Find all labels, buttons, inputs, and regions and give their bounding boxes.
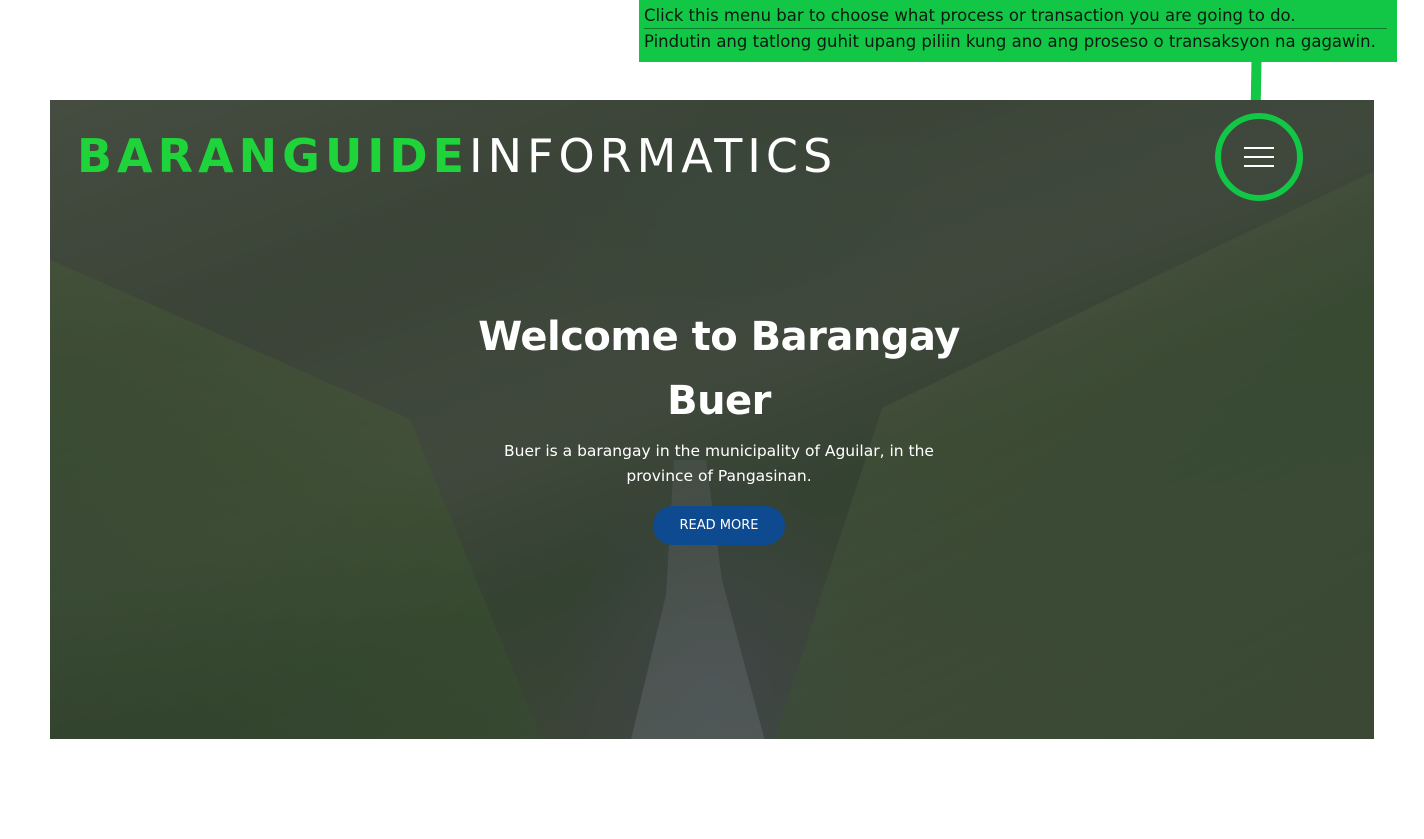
instruction-callout: Click this menu bar to choose what proce… bbox=[639, 0, 1397, 62]
logo-text-secondary: INFORMATICS bbox=[469, 129, 838, 183]
site-logo[interactable]: BARANGUIDEINFORMATICS bbox=[77, 128, 837, 184]
page: Click this menu bar to choose what proce… bbox=[0, 0, 1424, 839]
hero-section: BARANGUIDEINFORMATICS Welcome to Baranga… bbox=[50, 100, 1374, 739]
logo-text-primary: BARANGUIDE bbox=[77, 129, 470, 183]
callout-text-filipino: Pindutin ang tatlong guhit upang piliin … bbox=[644, 32, 1376, 51]
read-more-button[interactable]: READ MORE bbox=[653, 506, 785, 545]
callout-text-english: Click this menu bar to choose what proce… bbox=[644, 4, 1387, 29]
menu-toggle-button[interactable] bbox=[1215, 113, 1303, 201]
hero-title: Welcome to Barangay Buer bbox=[450, 305, 988, 433]
hero-content: Welcome to Barangay Buer Buer is a baran… bbox=[450, 305, 988, 545]
hamburger-menu-icon bbox=[1244, 147, 1274, 167]
hero-title-line-1: Welcome to Barangay bbox=[478, 314, 960, 360]
hero-title-line-2: Buer bbox=[667, 378, 771, 424]
hero-subtitle: Buer is a barangay in the municipality o… bbox=[504, 442, 934, 485]
